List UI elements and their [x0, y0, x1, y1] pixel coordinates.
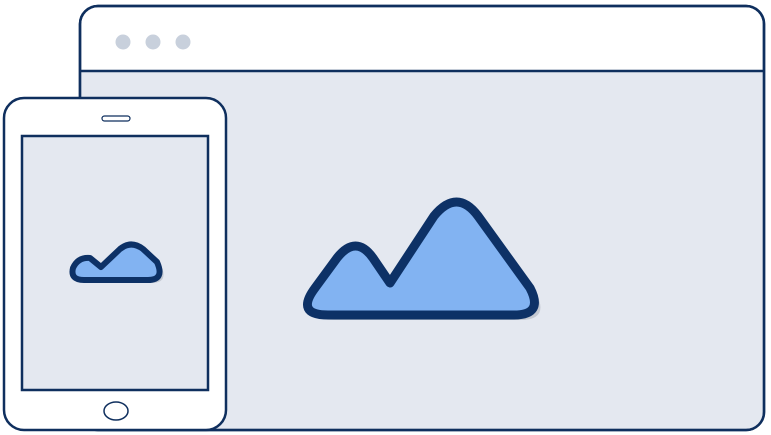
window-dot-icon	[175, 34, 191, 50]
window-dot-icon	[145, 34, 161, 50]
window-dot-icon	[115, 34, 131, 50]
responsive-illustration	[0, 0, 771, 435]
illustration-canvas	[2, 4, 766, 432]
tablet-home-button	[103, 401, 129, 421]
window-controls	[115, 34, 191, 50]
tablet-speaker-slot	[101, 115, 131, 122]
tablet-device	[2, 96, 228, 432]
